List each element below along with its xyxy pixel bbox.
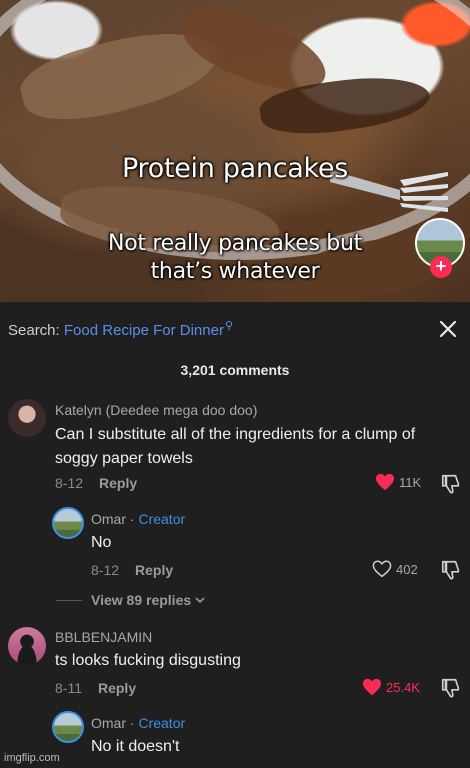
like-button[interactable]: 402 — [372, 560, 418, 578]
creator-badge: Creator — [138, 511, 186, 527]
comment-text: No it doesn't — [91, 738, 180, 755]
like-button[interactable]: 25.4K — [362, 678, 420, 696]
view-replies-button[interactable]: View 89 replies — [56, 592, 206, 608]
search-icon[interactable]: ⚲ — [225, 320, 233, 332]
search-suggestion[interactable]: Search: Food Recipe For Dinner⚲ — [8, 319, 233, 339]
creator-badge: Creator — [138, 715, 186, 731]
heart-filled-icon — [363, 678, 381, 696]
comments-count: 3,201 comments — [180, 362, 290, 378]
comment-date: 8-12 — [55, 475, 84, 491]
avatar[interactable] — [8, 399, 46, 437]
caption-line: that’s whatever — [150, 259, 320, 284]
avatar[interactable] — [8, 627, 46, 665]
like-button[interactable]: 11K — [375, 473, 421, 491]
video-caption-title: Protein pancakes — [122, 153, 348, 184]
close-icon[interactable] — [436, 317, 460, 341]
follow-plus-icon[interactable]: + — [430, 256, 452, 278]
like-count: 402 — [396, 561, 418, 577]
author-name: Omar — [91, 511, 126, 527]
search-label: Search: — [8, 322, 60, 339]
author-separator: · — [126, 715, 139, 731]
author-separator: · — [126, 511, 139, 527]
comment-text: ts looks fucking disgusting — [55, 652, 241, 669]
heart-outline-icon — [372, 560, 392, 578]
comment-text-line: Can I substitute all of the ingredients … — [55, 426, 416, 443]
comment-text-line: soggy paper towels — [55, 450, 193, 467]
comment-text: No — [91, 534, 112, 551]
dislike-icon[interactable] — [440, 677, 462, 699]
like-count: 25.4K — [386, 679, 420, 695]
divider — [56, 599, 82, 601]
chevron-down-icon — [195, 597, 205, 604]
comment-author[interactable]: Katelyn (Deedee mega doo doo) — [55, 402, 257, 418]
author-name: Omar — [91, 715, 126, 731]
comment-author[interactable]: BBLBENJAMIN — [55, 629, 152, 645]
comment-text: Can I substitute all of the ingredients … — [55, 423, 415, 471]
reply-button[interactable]: Reply — [99, 475, 137, 491]
comment-meta: 8-11 Reply — [55, 680, 136, 696]
caption-line: Not really pancakes but — [108, 231, 362, 256]
avatar[interactable] — [52, 507, 84, 539]
reply-button[interactable]: Reply — [98, 680, 136, 696]
dislike-icon[interactable] — [440, 473, 462, 495]
comment-date: 8-12 — [91, 562, 120, 578]
like-count: 11K — [399, 474, 422, 490]
comment-meta: 8-12 Reply — [55, 475, 137, 491]
search-query[interactable]: Food Recipe For Dinner — [64, 322, 224, 339]
video-player[interactable]: Protein pancakes Not really pancakes but… — [0, 0, 470, 302]
watermark: imgflip.com — [4, 752, 60, 764]
comment-date: 8-11 — [55, 680, 82, 696]
comment-author[interactable]: Omar · Creator — [91, 511, 185, 527]
video-caption-subtitle: Not really pancakes but that’s whatever — [0, 230, 470, 286]
comment-author[interactable]: Omar · Creator — [91, 715, 185, 731]
comment-meta: 8-12 Reply — [91, 562, 173, 578]
view-replies-label: View 89 replies — [91, 592, 192, 608]
avatar[interactable] — [52, 711, 84, 743]
heart-filled-icon — [376, 473, 394, 491]
reply-button[interactable]: Reply — [135, 562, 173, 578]
dislike-icon[interactable] — [440, 559, 462, 581]
